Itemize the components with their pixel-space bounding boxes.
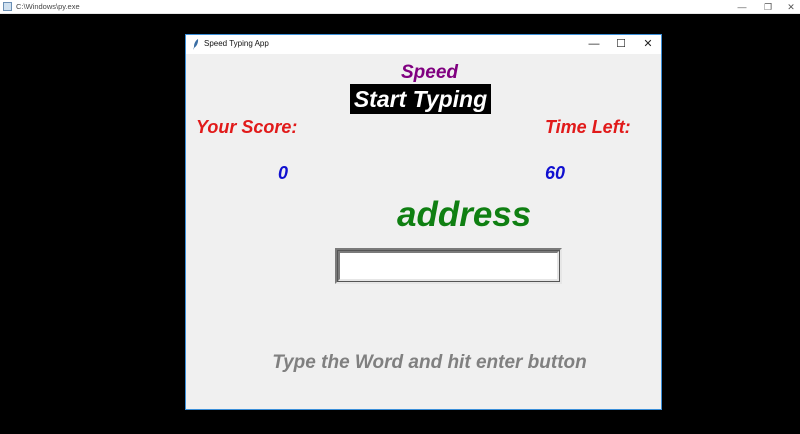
word-entry-field[interactable]	[335, 248, 562, 284]
console-close-button[interactable]: ✕	[780, 0, 800, 14]
feather-icon	[193, 39, 199, 50]
time-left-value: 60	[545, 163, 566, 183]
console-minimize-button[interactable]: —	[731, 0, 753, 14]
console-restore-button[interactable]: ❐	[757, 0, 779, 14]
score-value: 0	[278, 163, 289, 183]
time-left-label: Time Left:	[545, 117, 631, 137]
app-minimize-button[interactable]: —	[582, 35, 606, 54]
score-label: Your Score:	[196, 117, 298, 137]
app-close-button[interactable]: ✕	[636, 35, 660, 54]
app-titlebar: Speed Typing App — ☐ ✕	[186, 35, 661, 54]
app-body: Speed Start Typing Your Score: Time Left…	[186, 54, 661, 409]
start-typing-button[interactable]: Start Typing	[350, 84, 491, 114]
console-window-title: C:\Windows\py.exe	[16, 2, 80, 11]
console-app-icon	[3, 2, 12, 11]
app-window-title: Speed Typing App	[204, 39, 269, 48]
speed-label: Speed	[400, 62, 459, 83]
speed-typing-app-window: Speed Typing App — ☐ ✕ Speed Start Typin…	[185, 34, 662, 410]
current-word: address	[397, 195, 532, 234]
console-titlebar: C:\Windows\py.exe — ❐ ✕	[0, 0, 800, 14]
app-maximize-button[interactable]: ☐	[609, 35, 633, 54]
instruction-text: Type the Word and hit enter button	[272, 352, 587, 373]
